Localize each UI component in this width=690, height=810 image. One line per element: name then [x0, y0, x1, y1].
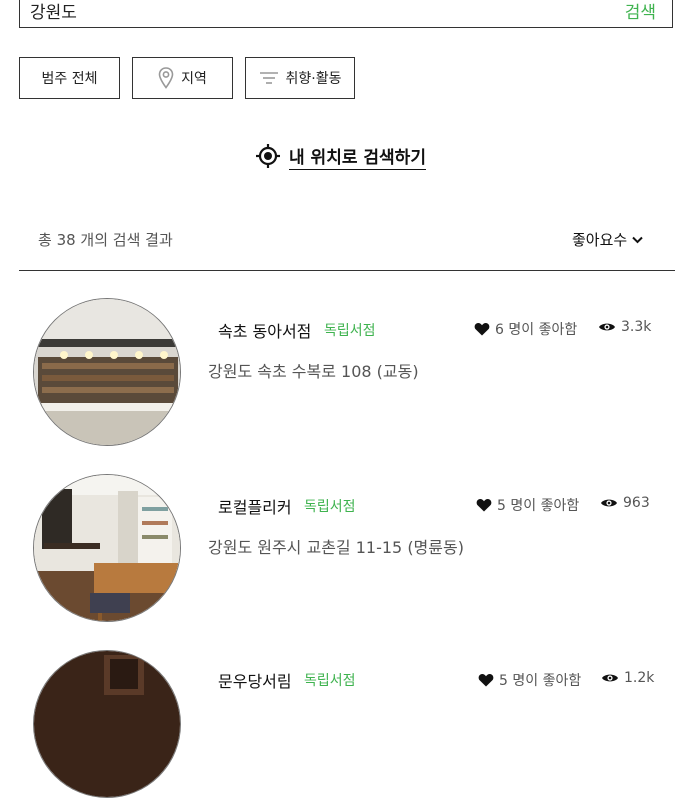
store-name[interactable]: 로컬플리커	[218, 494, 292, 518]
like-count-label: 5 명이 좋아함	[499, 673, 582, 689]
locate-search-button[interactable]: 내 위치로 검색하기	[255, 142, 426, 170]
like-count: 5 명이 좋아함	[478, 670, 581, 690]
like-count-label: 5 명이 좋아함	[497, 498, 580, 514]
result-count: 총 38 개의 검색 결과	[38, 231, 173, 249]
chevron-down-icon	[632, 236, 643, 243]
store-name[interactable]: 문우당서림	[218, 668, 292, 692]
filter-taste-button[interactable]: 취향·활동	[245, 57, 355, 99]
view-count: 963	[600, 495, 650, 511]
view-count: 3.3k	[598, 319, 651, 335]
store-photo	[34, 299, 180, 445]
filter-region-button[interactable]: 지역	[132, 57, 233, 99]
heart-icon	[478, 674, 494, 687]
store-tag: 독립서점	[304, 499, 356, 515]
store-thumbnail[interactable]	[33, 298, 181, 446]
filter-category-label: 범주 전체	[41, 71, 98, 87]
store-item[interactable]: 속초 동아서점 독립서점 6 명이 좋아함 3.3k 강원도 속초 수복로 10…	[0, 298, 690, 458]
view-count-label: 963	[623, 495, 650, 511]
eye-icon	[599, 323, 615, 331]
store-photo	[34, 651, 180, 797]
store-thumbnail[interactable]	[33, 474, 181, 622]
view-count-label: 1.2k	[624, 670, 655, 686]
search-input[interactable]: 강원도	[30, 0, 77, 23]
like-count-label: 6 명이 좋아함	[495, 322, 578, 338]
search-box[interactable]: 강원도 검색	[19, 0, 673, 28]
view-count: 1.2k	[601, 670, 654, 686]
like-count: 5 명이 좋아함	[476, 495, 579, 515]
like-count: 6 명이 좋아함	[474, 319, 577, 339]
filter-lines-icon	[259, 72, 278, 84]
filter-region-label: 지역	[181, 71, 207, 87]
filter-taste-label: 취향·활동	[285, 71, 342, 87]
heart-icon	[474, 323, 490, 336]
store-name[interactable]: 속초 동아서점	[218, 318, 311, 342]
filter-category-button[interactable]: 범주 전체	[19, 57, 120, 99]
store-item[interactable]: 로컬플리커 독립서점 5 명이 좋아함 963 강원도 원주시 교촌길 11-1…	[0, 474, 690, 634]
view-count-label: 3.3k	[621, 319, 652, 335]
sort-label: 좋아요수	[572, 231, 628, 249]
crosshair-location-icon	[256, 144, 280, 168]
store-tag: 독립서점	[304, 673, 356, 689]
eye-icon	[601, 499, 617, 507]
eye-icon	[602, 674, 618, 682]
sort-dropdown[interactable]: 좋아요수	[572, 229, 643, 250]
divider	[19, 270, 675, 271]
map-pin-icon	[158, 67, 174, 89]
heart-icon	[476, 499, 492, 512]
store-address: 강원도 원주시 교촌길 11-15 (명륜동)	[208, 538, 464, 557]
store-thumbnail[interactable]	[33, 650, 181, 798]
store-address: 강원도 속초 수복로 108 (교동)	[208, 362, 419, 381]
locate-search-label: 내 위치로 검색하기	[289, 143, 426, 170]
store-photo	[34, 475, 180, 621]
store-item[interactable]: 문우당서림 독립서점 5 명이 좋아함 1.2k	[0, 650, 690, 810]
store-tag: 독립서점	[324, 323, 376, 339]
search-button[interactable]: 검색	[625, 0, 656, 23]
